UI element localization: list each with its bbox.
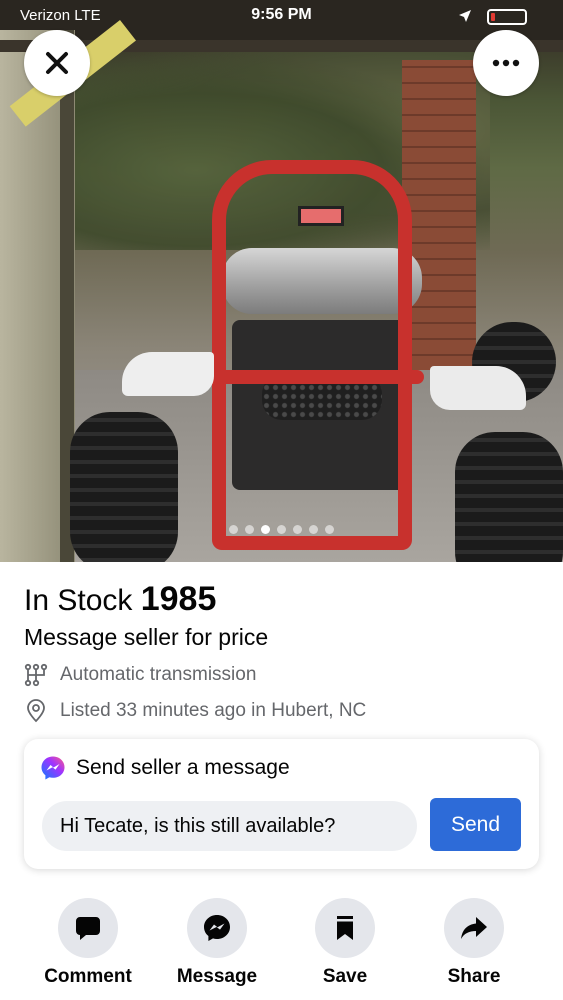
transmission-text: Automatic transmission [60, 664, 257, 685]
save-action-circle[interactable] [315, 898, 375, 958]
send-message-header: Send seller a message [40, 755, 290, 781]
location-pin-icon [27, 699, 45, 723]
gear-shift-icon [24, 663, 48, 687]
photo-scene-tire-left [70, 412, 178, 562]
photo-scene-light [298, 206, 344, 226]
close-icon [46, 52, 68, 74]
photo-scene-brick-pillar [402, 60, 476, 370]
transmission-row: Automatic transmission [24, 662, 544, 688]
send-message-title: Send seller a message [76, 756, 290, 779]
status-bar: Verizon LTE 9:56 PM [0, 0, 563, 30]
share-action-circle[interactable] [444, 898, 504, 958]
comment-label: Comment [44, 966, 132, 987]
save-action[interactable]: Save [290, 898, 400, 988]
comment-icon [76, 917, 100, 940]
photo-dot[interactable] [229, 525, 238, 534]
listing-price: Message seller for price [24, 624, 269, 650]
listing-title-prefix: In Stock [24, 584, 133, 617]
photo-scene-fender-left [122, 352, 214, 396]
photo-pagination-dots[interactable] [0, 525, 563, 534]
message-label: Message [176, 966, 258, 987]
comment-action-circle[interactable] [58, 898, 118, 958]
photo-scene-tire-right [455, 432, 563, 562]
close-button[interactable] [24, 30, 90, 96]
photo-dot[interactable] [325, 525, 334, 534]
share-arrow-icon [461, 917, 487, 939]
status-time: 9:56 PM [251, 6, 312, 23]
action-bar: Comment Message Save Share [0, 898, 563, 998]
save-label: Save [322, 966, 368, 987]
message-action-circle[interactable] [187, 898, 247, 958]
photo-dot[interactable] [245, 525, 254, 534]
photo-scene-fender-right [430, 366, 526, 410]
listing-details: In Stock 1985 Message seller for price A… [24, 578, 544, 724]
bookmark-icon [337, 916, 353, 940]
photo-dot[interactable] [277, 525, 286, 534]
share-action[interactable]: Share [419, 898, 529, 988]
battery-icon [487, 9, 527, 25]
photo-dot[interactable] [261, 525, 270, 534]
listed-row: Listed 33 minutes ago in Hubert, NC [24, 698, 544, 724]
more-icon [492, 59, 520, 67]
photo-dot[interactable] [309, 525, 318, 534]
comment-action[interactable]: Comment [33, 898, 143, 988]
location-arrow-icon [459, 10, 471, 22]
listing-title-year: 1985 [140, 580, 217, 618]
share-label: Share [447, 966, 501, 987]
send-message-card: Send seller a message Send [24, 739, 539, 869]
listing-photo[interactable]: Verizon LTE 9:56 PM [0, 0, 563, 562]
listing-title: In Stock 1985 [24, 578, 544, 622]
listed-text: Listed 33 minutes ago in Hubert, NC [60, 700, 367, 721]
photo-scene-cage-bar [214, 370, 424, 384]
photo-dot[interactable] [293, 525, 302, 534]
message-input[interactable] [42, 801, 417, 851]
message-action[interactable]: Message [162, 898, 272, 988]
messenger-icon [41, 756, 65, 780]
battery-level [491, 13, 495, 21]
messenger-outline-icon [204, 915, 230, 941]
send-button[interactable]: Send [430, 798, 521, 851]
more-options-button[interactable] [473, 30, 539, 96]
